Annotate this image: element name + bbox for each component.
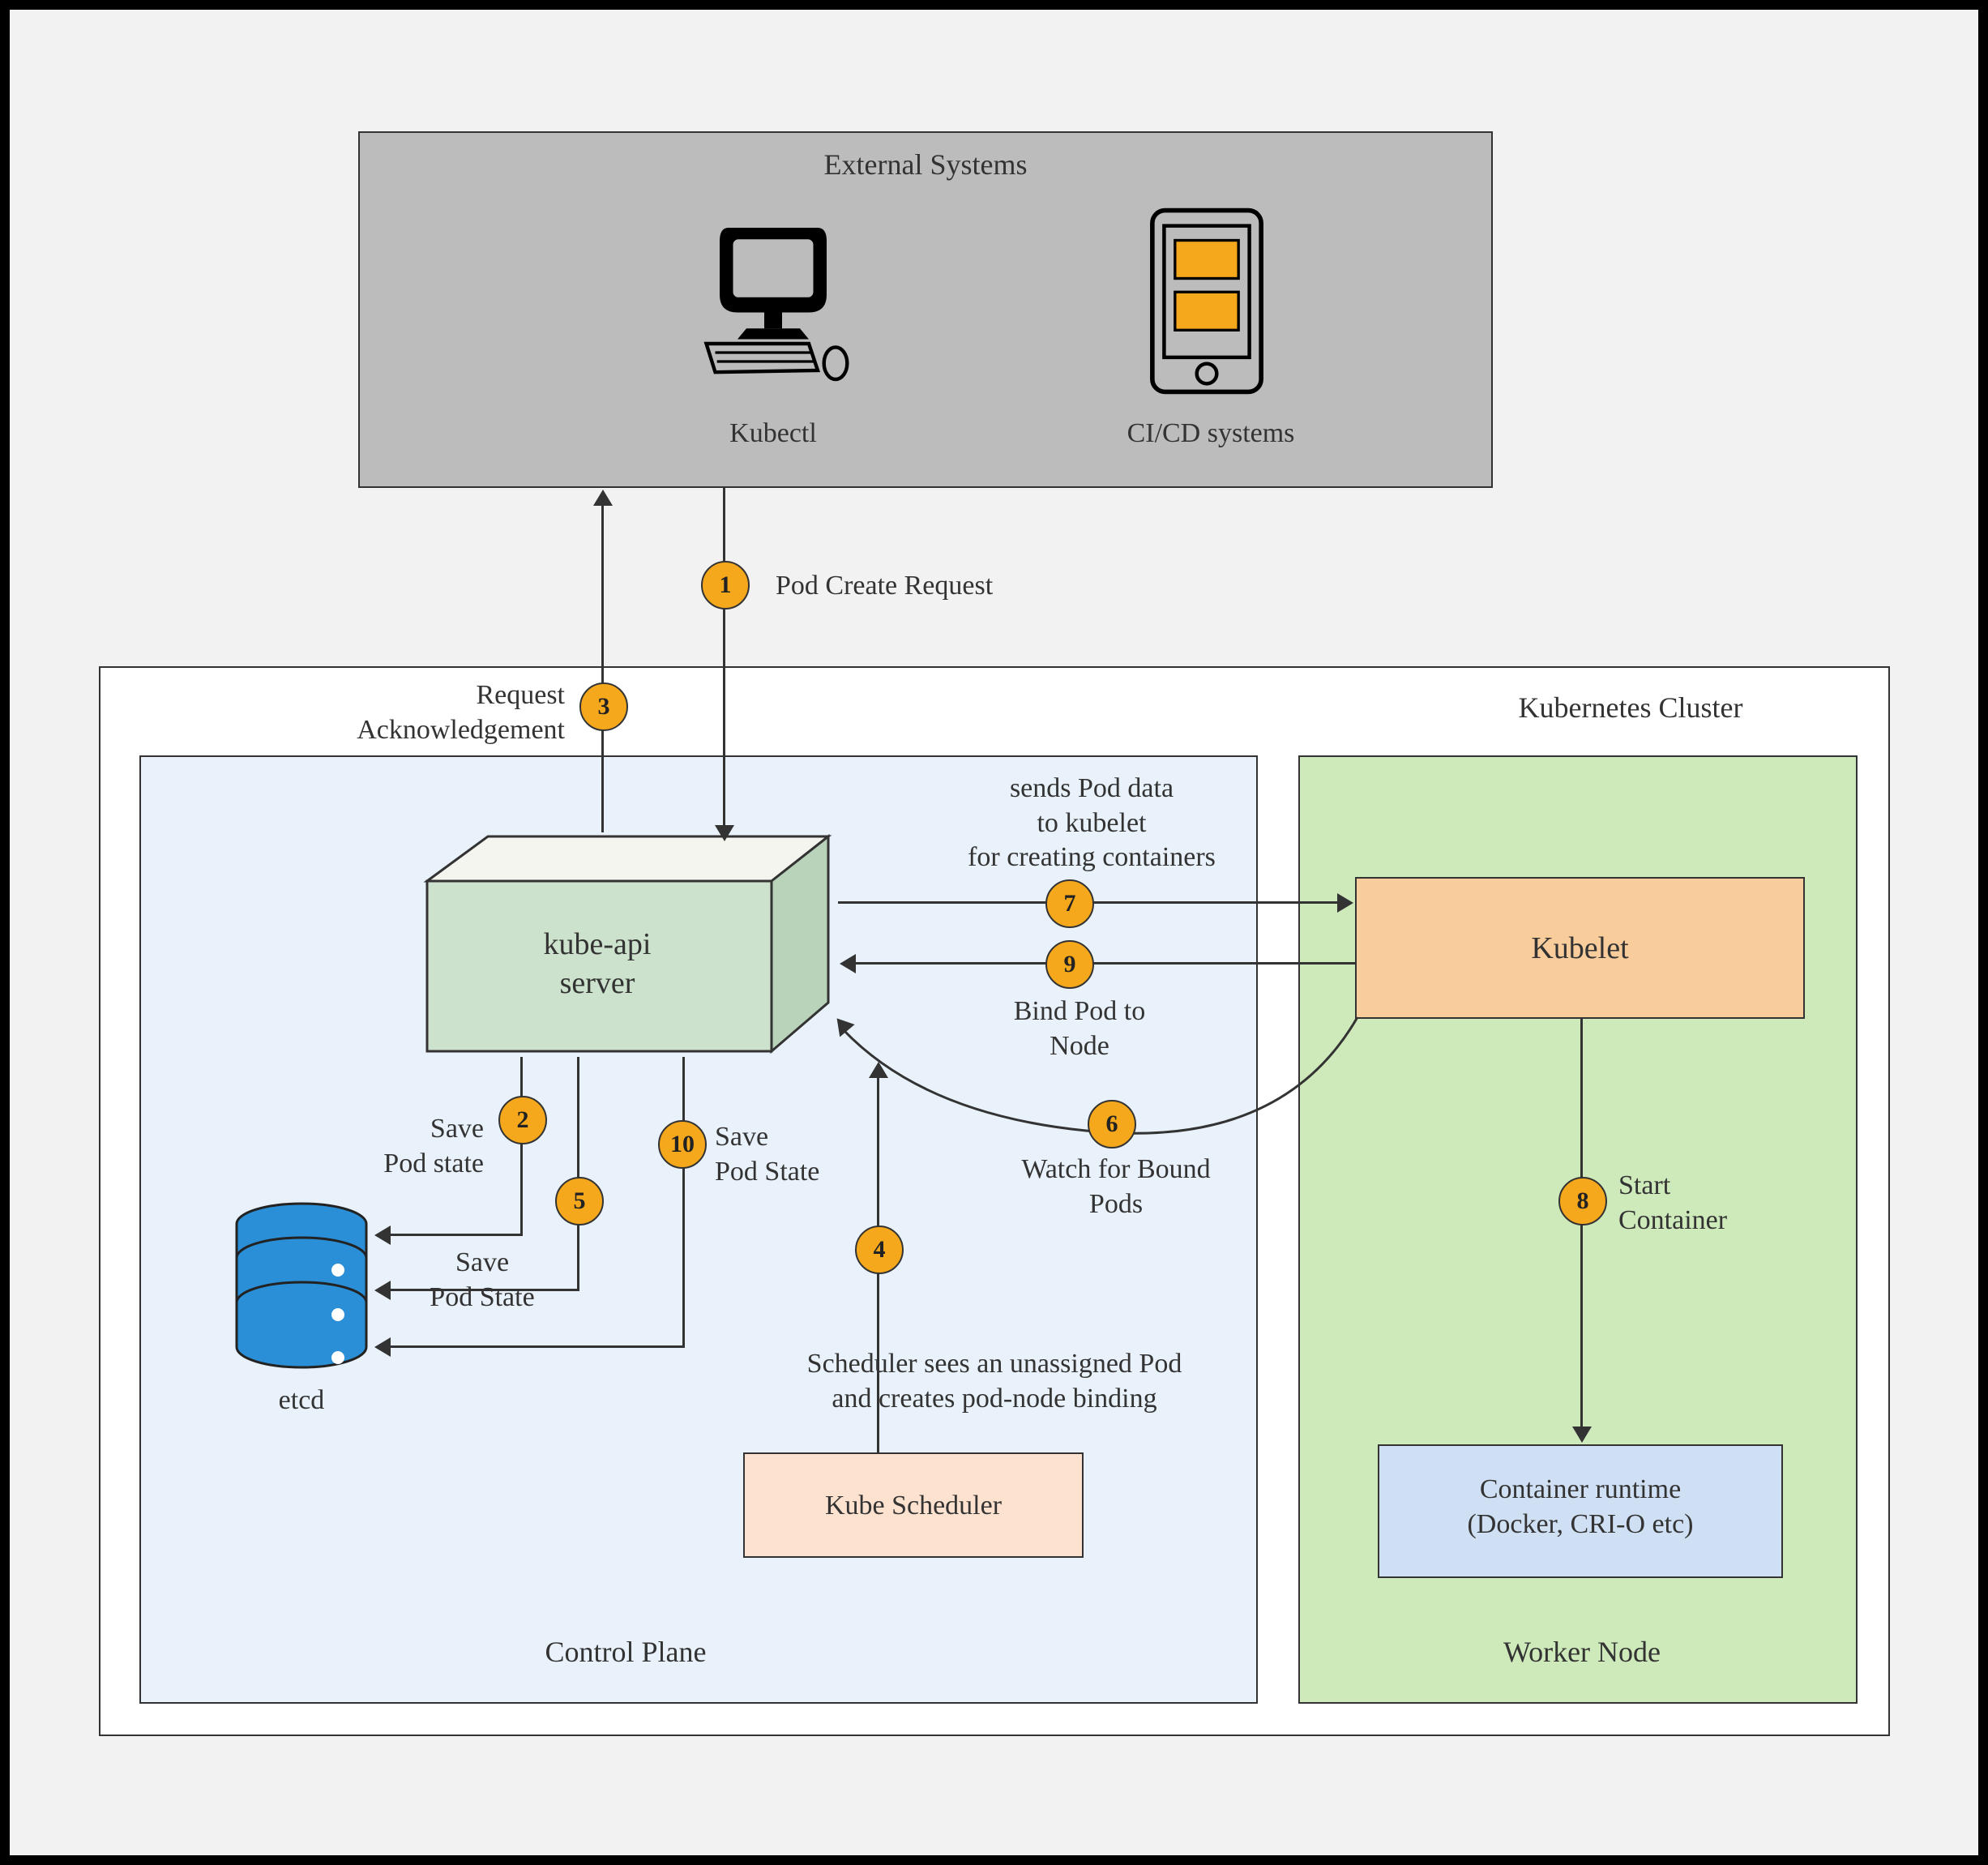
external-systems-title: External Systems [360, 148, 1491, 182]
kube-api-label: kube-api server [464, 926, 731, 1003]
arrow-9-head [840, 954, 856, 973]
step-5-label: Save Pod State [405, 1246, 559, 1315]
kube-scheduler-label: Kube Scheduler [743, 1489, 1084, 1524]
step-7-label: sends Pod data to kubelet for creating c… [901, 772, 1282, 875]
arrow-3-line [601, 504, 604, 832]
etcd-icon [233, 1201, 370, 1371]
arrow-2-line-v [520, 1057, 523, 1235]
step-5-badge: 5 [555, 1177, 604, 1226]
arrow-2-line-h [389, 1234, 523, 1236]
step-3-label: Request Acknowledgement [314, 678, 565, 747]
cicd-icon [1138, 206, 1276, 396]
diagram-canvas: External Systems Kubectl CI/CD systems K… [0, 0, 1988, 1865]
control-plane-title: Control Plane [464, 1635, 788, 1669]
step-10-badge: 10 [658, 1120, 707, 1169]
cicd-label: CI/CD systems [1081, 417, 1340, 451]
arrow-2-head [374, 1226, 391, 1245]
worker-node-title: Worker Node [1436, 1635, 1728, 1669]
arrow-1-line [723, 488, 725, 828]
arrow-5-head [374, 1281, 391, 1300]
step-8-badge: 8 [1558, 1177, 1607, 1226]
external-systems-box: External Systems Kubectl CI/CD systems [358, 131, 1493, 488]
step-1-label: Pod Create Request [776, 569, 1100, 604]
kubernetes-cluster-title: Kubernetes Cluster [1428, 691, 1833, 725]
arrow-9-line [854, 962, 1355, 965]
step-1-badge: 1 [701, 561, 750, 610]
step-6-badge: 6 [1088, 1100, 1136, 1149]
arrow-10-head [374, 1337, 391, 1357]
computer-icon [684, 210, 862, 388]
arrow-3-head [593, 490, 613, 506]
step-7-badge: 7 [1045, 879, 1094, 928]
arrow-1-head [715, 825, 734, 841]
arrow-7-head [1337, 893, 1353, 913]
kubectl-label: Kubectl [652, 417, 895, 451]
arrow-5-line-v [577, 1057, 579, 1290]
step-3-badge: 3 [579, 682, 628, 731]
container-runtime-label: Container runtime (Docker, CRI-O etc) [1378, 1473, 1783, 1542]
step-9-badge: 9 [1045, 940, 1094, 989]
step-2-label: Save Pod state [330, 1112, 484, 1181]
arrow-10-line-h [389, 1345, 685, 1348]
step-6-label: Watch for Bound Pods [982, 1153, 1250, 1221]
step-4-label: Scheduler sees an unassigned Pod and cre… [743, 1347, 1246, 1416]
arrow-8-head [1572, 1427, 1592, 1443]
step-8-label: Start Container [1618, 1169, 1797, 1238]
step-4-badge: 4 [855, 1226, 904, 1274]
arrow-10-line-v [682, 1057, 685, 1347]
kubelet-label: Kubelet [1355, 930, 1805, 969]
etcd-label: etcd [237, 1384, 366, 1418]
step-2-badge: 2 [498, 1096, 547, 1144]
